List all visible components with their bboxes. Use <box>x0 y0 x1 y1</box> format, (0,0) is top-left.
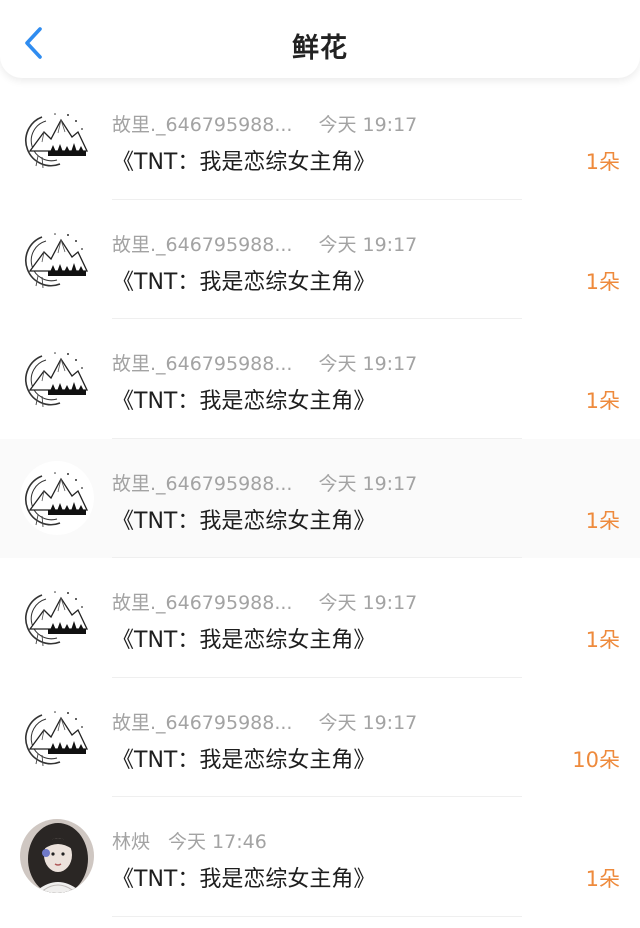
book-title[interactable]: 《TNT：我是恋综女主角》 <box>112 264 375 296</box>
timestamp: 今天 19:17 <box>318 711 418 734</box>
mountain-sketch-avatar[interactable] <box>20 221 94 296</box>
sender-meta: 故里._646795988... 今天 19:17 <box>112 469 417 496</box>
flower-count: 10朵 <box>572 747 620 772</box>
flower-count: 1朵 <box>585 867 620 891</box>
timestamp: 今天 19:17 <box>318 114 418 136</box>
sender-name[interactable]: 故里._646795988... <box>112 114 292 136</box>
timestamp: 今天 19:17 <box>318 233 418 256</box>
timestamp: 今天 17:46 <box>168 831 267 853</box>
book-title[interactable]: 《TNT：我是恋综女主角》 <box>112 861 375 893</box>
timestamp: 今天 19:17 <box>318 353 418 375</box>
book-title[interactable]: 《TNT：我是恋综女主角》 <box>112 383 375 415</box>
sender-meta: 故里._646795988... 今天 19:17 <box>112 349 417 376</box>
mountain-sketch-avatar[interactable] <box>20 460 94 535</box>
book-title[interactable]: 《TNT：我是恋综女主角》 <box>112 144 375 176</box>
mountain-sketch-avatar[interactable] <box>20 102 94 176</box>
sender-name[interactable]: 故里._646795988... <box>112 592 292 614</box>
flower-count: 1朵 <box>585 150 620 174</box>
flower-count: 1朵 <box>585 389 620 413</box>
flower-count: 1朵 <box>585 269 620 294</box>
mountain-sketch-avatar[interactable] <box>20 580 94 654</box>
sender-name[interactable]: 林炴 <box>112 831 150 853</box>
flower-count: 1朵 <box>585 628 620 652</box>
sender-meta: 故里._646795988... 今天 19:17 <box>112 588 417 615</box>
book-title[interactable]: 《TNT：我是恋综女主角》 <box>112 503 375 535</box>
list-item[interactable]: 林炴 今天 17:46 《TNT：我是恋综女主角》 1朵 <box>0 797 640 917</box>
mountain-sketch-avatar[interactable] <box>20 699 94 774</box>
girl-photo-avatar[interactable] <box>20 819 94 893</box>
top-bar: 鲜花 <box>0 0 640 78</box>
flower-gift-list: 故里._646795988... 今天 19:17 《TNT：我是恋综女主角》 1… <box>0 80 640 917</box>
timestamp: 今天 19:17 <box>318 472 418 495</box>
list-item[interactable]: 故里._646795988... 今天 19:17 《TNT：我是恋综女主角》 1… <box>0 558 640 678</box>
list-item[interactable]: 故里._646795988... 今天 19:17 《TNT：我是恋综女主角》 1… <box>0 200 640 319</box>
book-title[interactable]: 《TNT：我是恋综女主角》 <box>112 622 375 654</box>
sender-name[interactable]: 故里._646795988... <box>112 473 292 495</box>
sender-meta: 故里._646795988... 今天 19:17 <box>112 230 417 257</box>
list-item[interactable]: 故里._646795988... 今天 19:17 《TNT：我是恋综女主角》 1… <box>0 80 640 200</box>
mountain-sketch-avatar[interactable] <box>20 341 94 415</box>
divider <box>112 915 522 917</box>
sender-name[interactable]: 故里._646795988... <box>112 234 292 256</box>
sender-name[interactable]: 故里._646795988... <box>112 712 292 734</box>
sender-meta: 故里._646795988... 今天 19:17 <box>112 110 417 137</box>
sender-meta: 林炴 今天 17:46 <box>112 827 267 854</box>
page-title: 鲜花 <box>292 33 348 64</box>
flower-count: 1朵 <box>585 508 620 533</box>
sender-meta: 故里._646795988... 今天 19:17 <box>112 708 417 735</box>
sender-name[interactable]: 故里._646795988... <box>112 353 292 375</box>
list-item[interactable]: 故里._646795988... 今天 19:17 《TNT：我是恋综女主角》 1… <box>0 319 640 439</box>
list-item[interactable]: 故里._646795988... 今天 19:17 《TNT：我是恋综女主角》 1… <box>0 678 640 797</box>
timestamp: 今天 19:17 <box>318 592 418 614</box>
list-item[interactable]: 故里._646795988... 今天 19:17 《TNT：我是恋综女主角》 1… <box>0 438 640 558</box>
book-title[interactable]: 《TNT：我是恋综女主角》 <box>112 742 375 774</box>
